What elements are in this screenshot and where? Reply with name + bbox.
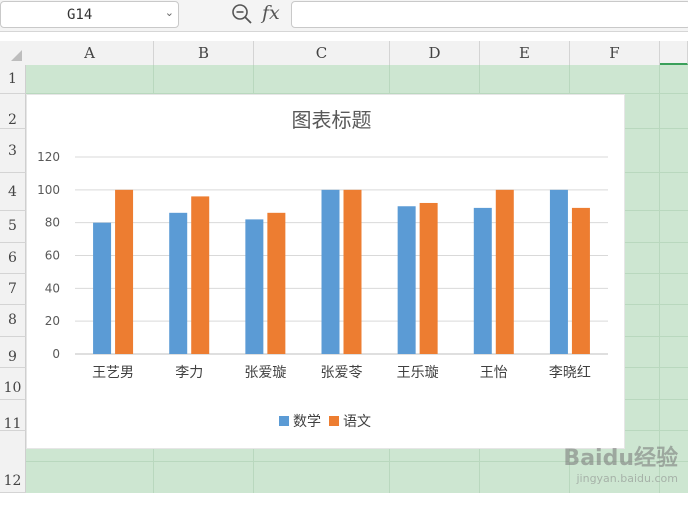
x-tick-label: 张爱璇	[244, 365, 286, 381]
bar	[419, 202, 438, 354]
column-header-b[interactable]: B	[154, 41, 254, 65]
formula-input[interactable]	[291, 1, 688, 28]
row-header-5[interactable]: 5	[0, 211, 26, 243]
bar	[245, 219, 264, 354]
row-header-2[interactable]: 2	[0, 94, 26, 129]
bar	[397, 206, 416, 354]
x-tick-label: 李力	[175, 365, 203, 381]
row-header-9[interactable]: 9	[0, 337, 26, 368]
bar	[473, 207, 492, 354]
bar	[321, 189, 340, 354]
select-all-corner[interactable]	[0, 41, 26, 65]
zoom-icon[interactable]	[231, 3, 253, 25]
bar	[495, 189, 514, 354]
column-header-c[interactable]: C	[254, 41, 390, 65]
bar	[191, 196, 210, 354]
formula-bar: G14 ⌄ fx	[0, 0, 688, 32]
x-tick-label: 王乐璇	[397, 365, 439, 381]
chevron-down-icon[interactable]: ⌄	[165, 6, 174, 19]
row-header-11[interactable]: 11	[0, 400, 26, 432]
legend-swatch	[329, 416, 339, 426]
column-header-row: A B C D E F	[0, 41, 688, 66]
y-tick-label: 0	[52, 347, 60, 361]
x-tick-label: 王怡	[480, 365, 508, 381]
column-header-g[interactable]	[660, 41, 688, 65]
legend-label: 语文	[343, 414, 371, 430]
column-header-d[interactable]: D	[390, 41, 480, 65]
legend-label: 数学	[293, 414, 321, 430]
bar	[115, 189, 134, 354]
chart-svg: 图表标题 0 20 40 60 80 100 120 王艺男 李力 张爱璇 张爱苓 王乐璇 王怡 李晓红数学…	[37, 108, 608, 430]
column-header-e[interactable]: E	[480, 41, 570, 65]
row-header-8[interactable]: 8	[0, 305, 26, 337]
row-header-7[interactable]: 7	[0, 274, 26, 305]
y-tick-label: 40	[45, 281, 60, 295]
y-tick-label: 20	[45, 314, 60, 328]
row-header-3[interactable]: 3	[0, 129, 26, 173]
y-tick-label: 80	[45, 216, 60, 230]
x-tick-label: 王艺男	[92, 365, 134, 381]
bar	[343, 189, 362, 354]
column-header-f[interactable]: F	[570, 41, 660, 65]
column-header-a[interactable]: A	[26, 41, 154, 65]
legend-swatch	[279, 416, 289, 426]
bar-chart[interactable]: 图表标题 0 20 40 60 80 100 120 王艺男 李力 张爱璇 张爱苓 王乐璇 王怡 李晓红数学…	[26, 94, 625, 449]
baidu-watermark: Baidu经验 jingyan.baidu.com	[563, 440, 678, 485]
bar	[571, 207, 590, 354]
bar	[549, 189, 568, 354]
bar	[169, 212, 188, 354]
row-header-10[interactable]: 10	[0, 368, 26, 400]
watermark-url: jingyan.baidu.com	[576, 472, 678, 485]
bar	[267, 212, 286, 354]
bar	[93, 222, 112, 354]
row-header-6[interactable]: 6	[0, 243, 26, 274]
y-tick-label: 100	[37, 183, 60, 197]
watermark-logo: Baidu经验	[563, 446, 678, 471]
name-box[interactable]: G14 ⌄	[0, 1, 179, 28]
x-tick-label: 张爱苓	[321, 364, 363, 381]
y-tick-label: 60	[45, 249, 60, 263]
x-tick-label: 李晓红	[549, 365, 591, 381]
fx-icon[interactable]: fx	[262, 2, 280, 24]
row-header-4[interactable]: 4	[0, 173, 26, 211]
row-header-12[interactable]: 12	[0, 431, 26, 493]
row-header-1[interactable]: 1	[0, 65, 26, 94]
name-box-value: G14	[67, 7, 93, 23]
y-tick-label: 120	[37, 150, 60, 164]
chart-title: 图表标题	[292, 108, 372, 132]
select-all-icon	[11, 50, 22, 61]
